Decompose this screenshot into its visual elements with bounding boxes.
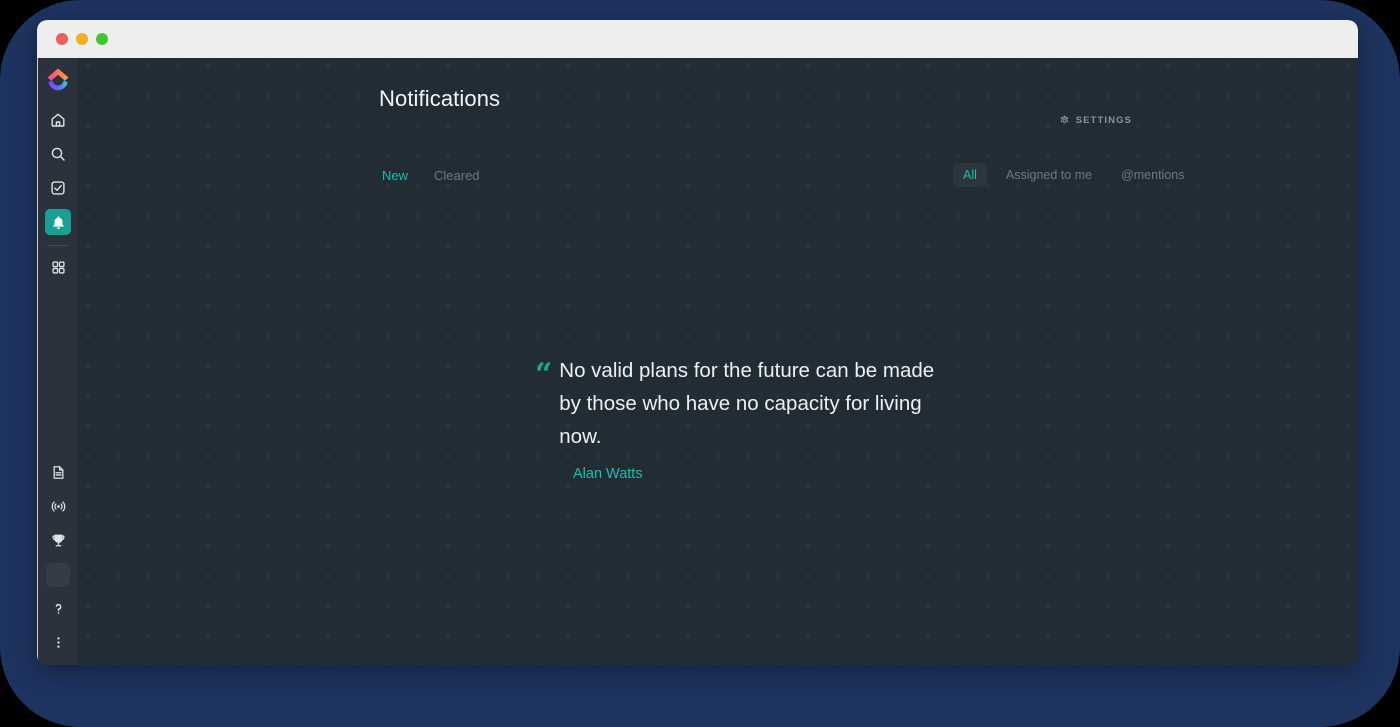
filter-assigned-to-me[interactable]: Assigned to me <box>996 163 1102 187</box>
tab-new[interactable]: New <box>377 165 413 186</box>
traffic-lights <box>56 33 108 45</box>
notifications-page: Notifications SETTINGS New Cleared <box>78 58 1358 665</box>
quote-author: Alan Watts <box>573 466 965 482</box>
desktop-backdrop: Notifications SETTINGS New Cleared <box>0 0 1400 727</box>
page-title: Notifications <box>379 86 500 112</box>
minimize-window-button[interactable] <box>76 33 88 45</box>
tab-cleared[interactable]: Cleared <box>429 165 485 186</box>
sidebar-divider <box>47 245 69 246</box>
notification-filters: All Assigned to me @mentions <box>953 163 1195 187</box>
empty-state-quote: “ No valid plans for the future can be m… <box>535 354 965 482</box>
avatar[interactable] <box>46 563 70 587</box>
window-body: Notifications SETTINGS New Cleared <box>37 58 1358 665</box>
settings-button[interactable]: SETTINGS <box>1059 115 1132 126</box>
sidebar-item-home[interactable] <box>45 107 71 133</box>
sidebar-item-goals[interactable] <box>45 527 71 553</box>
filter-all[interactable]: All <box>953 163 987 187</box>
sidebar-item-clips[interactable] <box>45 493 71 519</box>
quote-text: No valid plans for the future can be mad… <box>559 354 944 453</box>
gear-icon <box>1059 115 1070 126</box>
sidebar-item-search[interactable] <box>45 141 71 167</box>
quote-mark-icon: “ <box>535 360 551 390</box>
close-window-button[interactable] <box>56 33 68 45</box>
sidebar-item-notifications[interactable] <box>45 209 71 235</box>
notification-tabs: New Cleared <box>377 165 485 186</box>
sidebar <box>38 58 78 665</box>
clickup-logo-icon[interactable] <box>46 67 70 93</box>
sidebar-item-docs[interactable] <box>45 459 71 485</box>
filter-mentions[interactable]: @mentions <box>1111 163 1194 187</box>
app-window: Notifications SETTINGS New Cleared <box>37 20 1358 665</box>
window-title-bar <box>37 20 1358 58</box>
sidebar-item-help[interactable] <box>45 595 71 621</box>
maximize-window-button[interactable] <box>96 33 108 45</box>
sidebar-item-apps[interactable] <box>45 254 71 280</box>
settings-label: SETTINGS <box>1076 115 1132 126</box>
quote-row: “ No valid plans for the future can be m… <box>535 354 965 453</box>
sidebar-item-more[interactable] <box>45 629 71 655</box>
sidebar-item-tasks[interactable] <box>45 175 71 201</box>
